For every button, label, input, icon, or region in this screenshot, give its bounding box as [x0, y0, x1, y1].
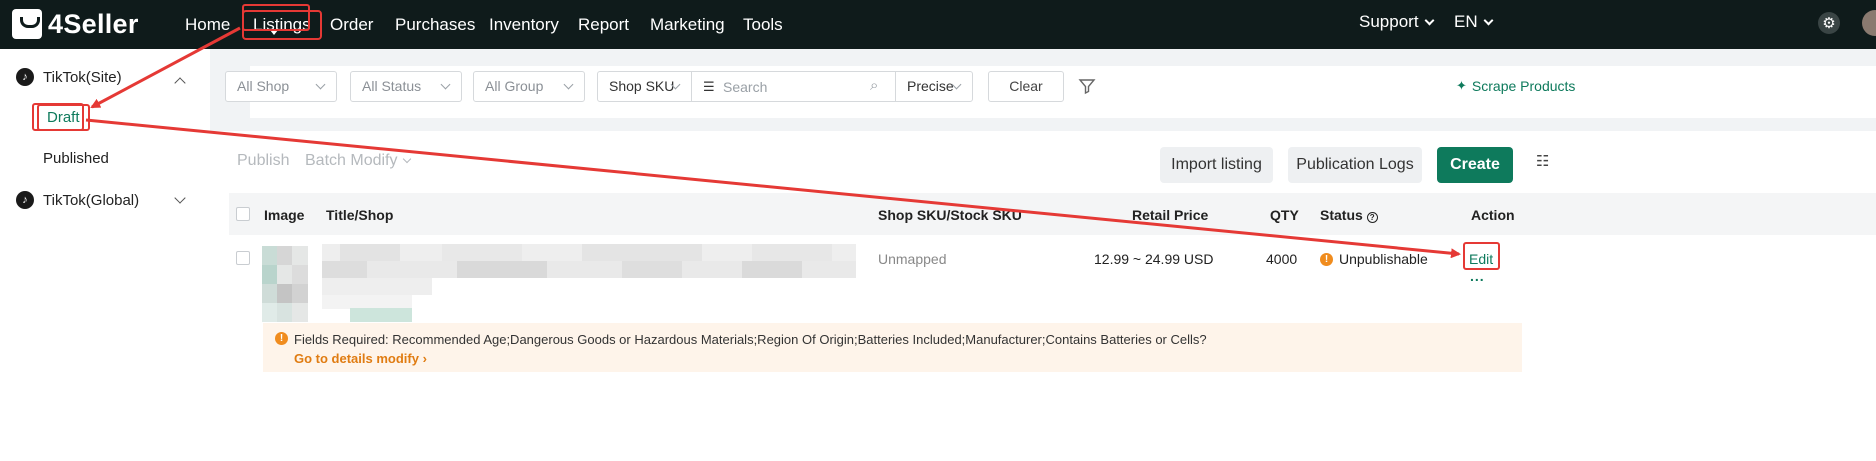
- sidebar-group-label: TikTok(Global): [43, 191, 140, 209]
- column-header-qty: QTY: [1270, 207, 1299, 223]
- table-header: [229, 193, 1876, 235]
- sku-type-select[interactable]: Shop SKU: [597, 71, 692, 102]
- nav-home[interactable]: Home: [185, 10, 230, 40]
- column-header-title: Title/Shop: [326, 207, 394, 223]
- column-header-status: Status ?: [1320, 207, 1378, 223]
- avatar[interactable]: [1862, 10, 1876, 36]
- column-header-action: Action: [1471, 207, 1515, 223]
- search-input[interactable]: ☰ Search ⌕: [691, 71, 896, 102]
- import-listing-button[interactable]: Import listing: [1160, 147, 1273, 183]
- logo[interactable]: 4Seller: [12, 7, 139, 41]
- publication-logs-button[interactable]: Publication Logs: [1288, 147, 1422, 183]
- chevron-down-icon: [440, 79, 451, 90]
- warning-icon: !: [275, 332, 288, 345]
- sidebar-group-tiktok-site[interactable]: ♪ TikTok(Site): [16, 65, 122, 89]
- tiktok-icon: ♪: [16, 68, 34, 86]
- column-header-sku: Shop SKU/Stock SKU: [878, 207, 1022, 223]
- more-actions-icon[interactable]: ...: [1470, 268, 1485, 284]
- support-menu[interactable]: Support: [1359, 12, 1434, 32]
- nav-order[interactable]: Order: [330, 10, 373, 40]
- nav-purchases[interactable]: Purchases: [395, 10, 475, 40]
- warning-text: Fields Required: Recommended Age;Dangero…: [294, 332, 1207, 347]
- annotation-box-edit: [1463, 242, 1500, 270]
- row-price: 12.99 ~ 24.99 USD: [1094, 251, 1214, 267]
- product-title-blurred: [322, 244, 856, 322]
- search-placeholder: Search: [723, 79, 768, 95]
- chevron-down-icon: [315, 79, 326, 90]
- search-icon[interactable]: ⌕: [870, 77, 878, 94]
- nav-report[interactable]: Report: [578, 10, 629, 40]
- logo-bag-icon: [12, 9, 42, 39]
- filter-funnel-icon[interactable]: [1078, 77, 1096, 95]
- match-mode-select[interactable]: Precise: [895, 71, 973, 102]
- publish-button[interactable]: Publish: [237, 152, 289, 170]
- product-thumbnail: [262, 246, 308, 322]
- row-status: ! Unpublishable: [1320, 251, 1428, 267]
- scrape-products-button[interactable]: ✦ Scrape Products: [1456, 78, 1575, 94]
- column-header-price: Retail Price: [1132, 207, 1209, 223]
- create-button[interactable]: Create: [1437, 147, 1513, 183]
- select-all-checkbox[interactable]: [236, 207, 250, 221]
- settings-gear-icon[interactable]: ⚙: [1818, 12, 1840, 34]
- annotation-box-draft: [32, 103, 84, 131]
- tiktok-icon: ♪: [16, 191, 34, 209]
- chevron-down-icon[interactable]: [174, 192, 186, 204]
- sidebar-item-published[interactable]: Published: [43, 150, 109, 167]
- column-header-image: Image: [264, 207, 305, 223]
- group-select[interactable]: All Group: [473, 71, 585, 102]
- chevron-down-icon: [563, 79, 574, 90]
- chevron-down-icon: [1424, 15, 1434, 26]
- nav-tools[interactable]: Tools: [743, 10, 783, 40]
- nav-inventory[interactable]: Inventory: [489, 10, 559, 40]
- language-menu[interactable]: EN: [1454, 12, 1494, 32]
- nav-marketing[interactable]: Marketing: [650, 10, 725, 40]
- row-checkbox[interactable]: [236, 251, 250, 265]
- clear-button[interactable]: Clear: [988, 71, 1064, 102]
- status-select[interactable]: All Status: [350, 71, 462, 102]
- chevron-up-icon[interactable]: [174, 77, 186, 89]
- search-filter-icon: ☰: [703, 79, 715, 94]
- annotation-box-listings: [242, 4, 310, 31]
- logo-text: 4Seller: [48, 8, 139, 39]
- go-to-details-link[interactable]: Go to details modify ›: [294, 351, 427, 366]
- chevron-down-icon: [1483, 15, 1494, 26]
- batch-modify-button[interactable]: Batch Modify: [305, 152, 412, 170]
- sidebar-group-tiktok-global[interactable]: ♪ TikTok(Global): [16, 188, 139, 212]
- sidebar-group-label: TikTok(Site): [43, 68, 122, 86]
- row-sku: Unmapped: [878, 251, 947, 267]
- warning-icon: !: [1320, 252, 1333, 266]
- sparkle-icon: ✦: [1456, 78, 1467, 93]
- required-fields-warning: ! Fields Required: Recommended Age;Dange…: [263, 323, 1522, 372]
- chevron-down-icon: [403, 154, 412, 164]
- shop-select[interactable]: All Shop: [225, 71, 337, 102]
- row-qty: 4000: [1266, 251, 1298, 267]
- help-icon[interactable]: ?: [1366, 212, 1378, 223]
- column-settings-icon[interactable]: ☷: [1536, 152, 1549, 170]
